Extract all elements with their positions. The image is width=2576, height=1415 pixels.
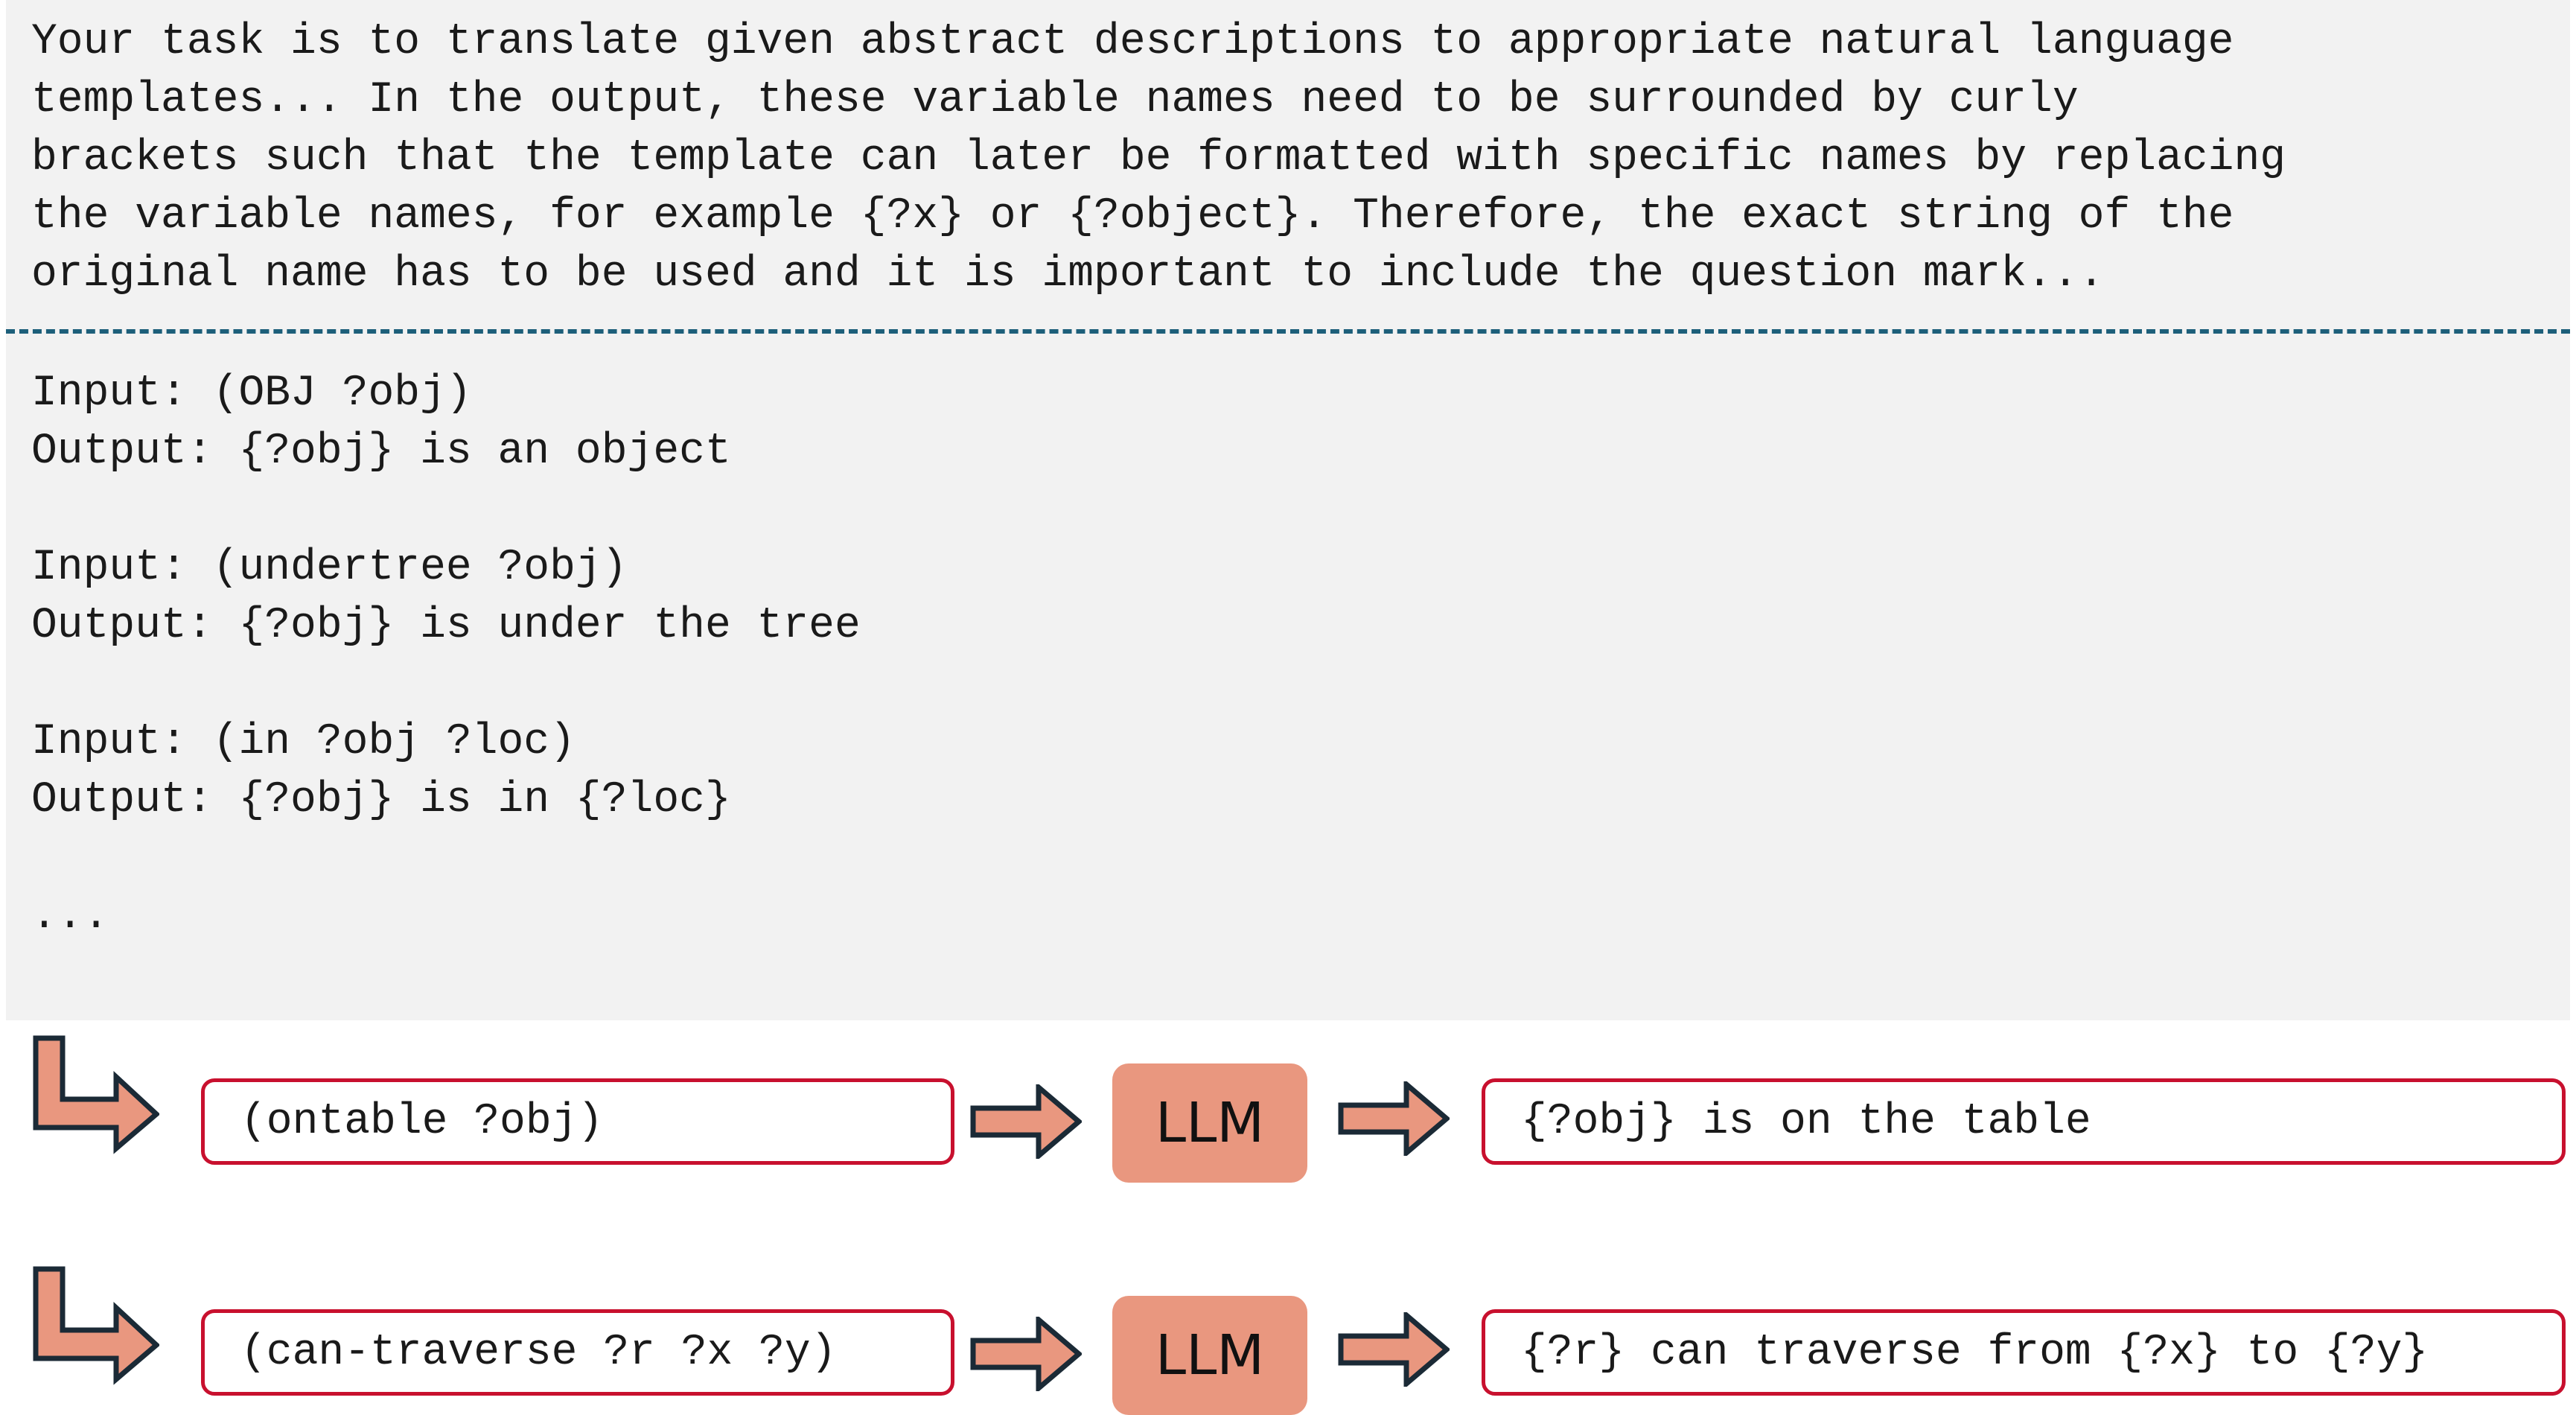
corner-arrow-icon: [33, 1035, 159, 1154]
input-box: (ontable ?obj): [201, 1078, 954, 1165]
dashed-divider: [6, 329, 2570, 334]
llm-box: LLM: [1112, 1296, 1307, 1415]
output-box: {?obj} is on the table: [1482, 1078, 2566, 1165]
right-arrow-icon: [970, 1084, 1082, 1159]
llm-box: LLM: [1112, 1063, 1307, 1183]
right-arrow-icon: [1338, 1081, 1450, 1156]
corner-arrow-icon: [33, 1266, 159, 1385]
input-box: (can-traverse ?r ?x ?y): [201, 1309, 954, 1396]
output-box: {?r} can traverse from {?x} to {?y}: [1482, 1309, 2566, 1396]
example-output: Output: {?obj} is under the tree: [31, 602, 861, 650]
example-input: Input: (in ?obj ?loc): [31, 718, 576, 766]
right-arrow-icon: [970, 1317, 1082, 1391]
instruction-line: Your task is to translate given abstract…: [31, 18, 2234, 66]
example-output: Output: {?obj} is an object: [31, 427, 731, 476]
instruction-line: original name has to be used and it is i…: [31, 250, 2105, 299]
instruction-line: brackets such that the template can late…: [31, 134, 2286, 182]
instruction-line: templates... In the output, these variab…: [31, 76, 2079, 124]
instruction-text: Your task is to translate given abstract…: [6, 0, 2570, 328]
example-output: Output: {?obj} is in {?loc}: [31, 776, 731, 824]
flow-row-can-traverse: (can-traverse ?r ?x ?y) LLM {?r} can tra…: [0, 1266, 2576, 1415]
prompt-panel: Your task is to translate given abstract…: [6, 0, 2570, 1020]
right-arrow-icon: [1338, 1312, 1450, 1387]
example-input: Input: (undertree ?obj): [31, 544, 628, 592]
instruction-line: the variable names, for example {?x} or …: [31, 192, 2234, 241]
few-shot-examples: Input: (OBJ ?obj) Output: {?obj} is an o…: [6, 337, 2570, 1020]
example-ellipsis: ...: [31, 892, 109, 941]
flow-row-ontable: (ontable ?obj) LLM {?obj} is on the tabl…: [0, 1035, 2576, 1183]
example-input: Input: (OBJ ?obj): [31, 369, 472, 418]
